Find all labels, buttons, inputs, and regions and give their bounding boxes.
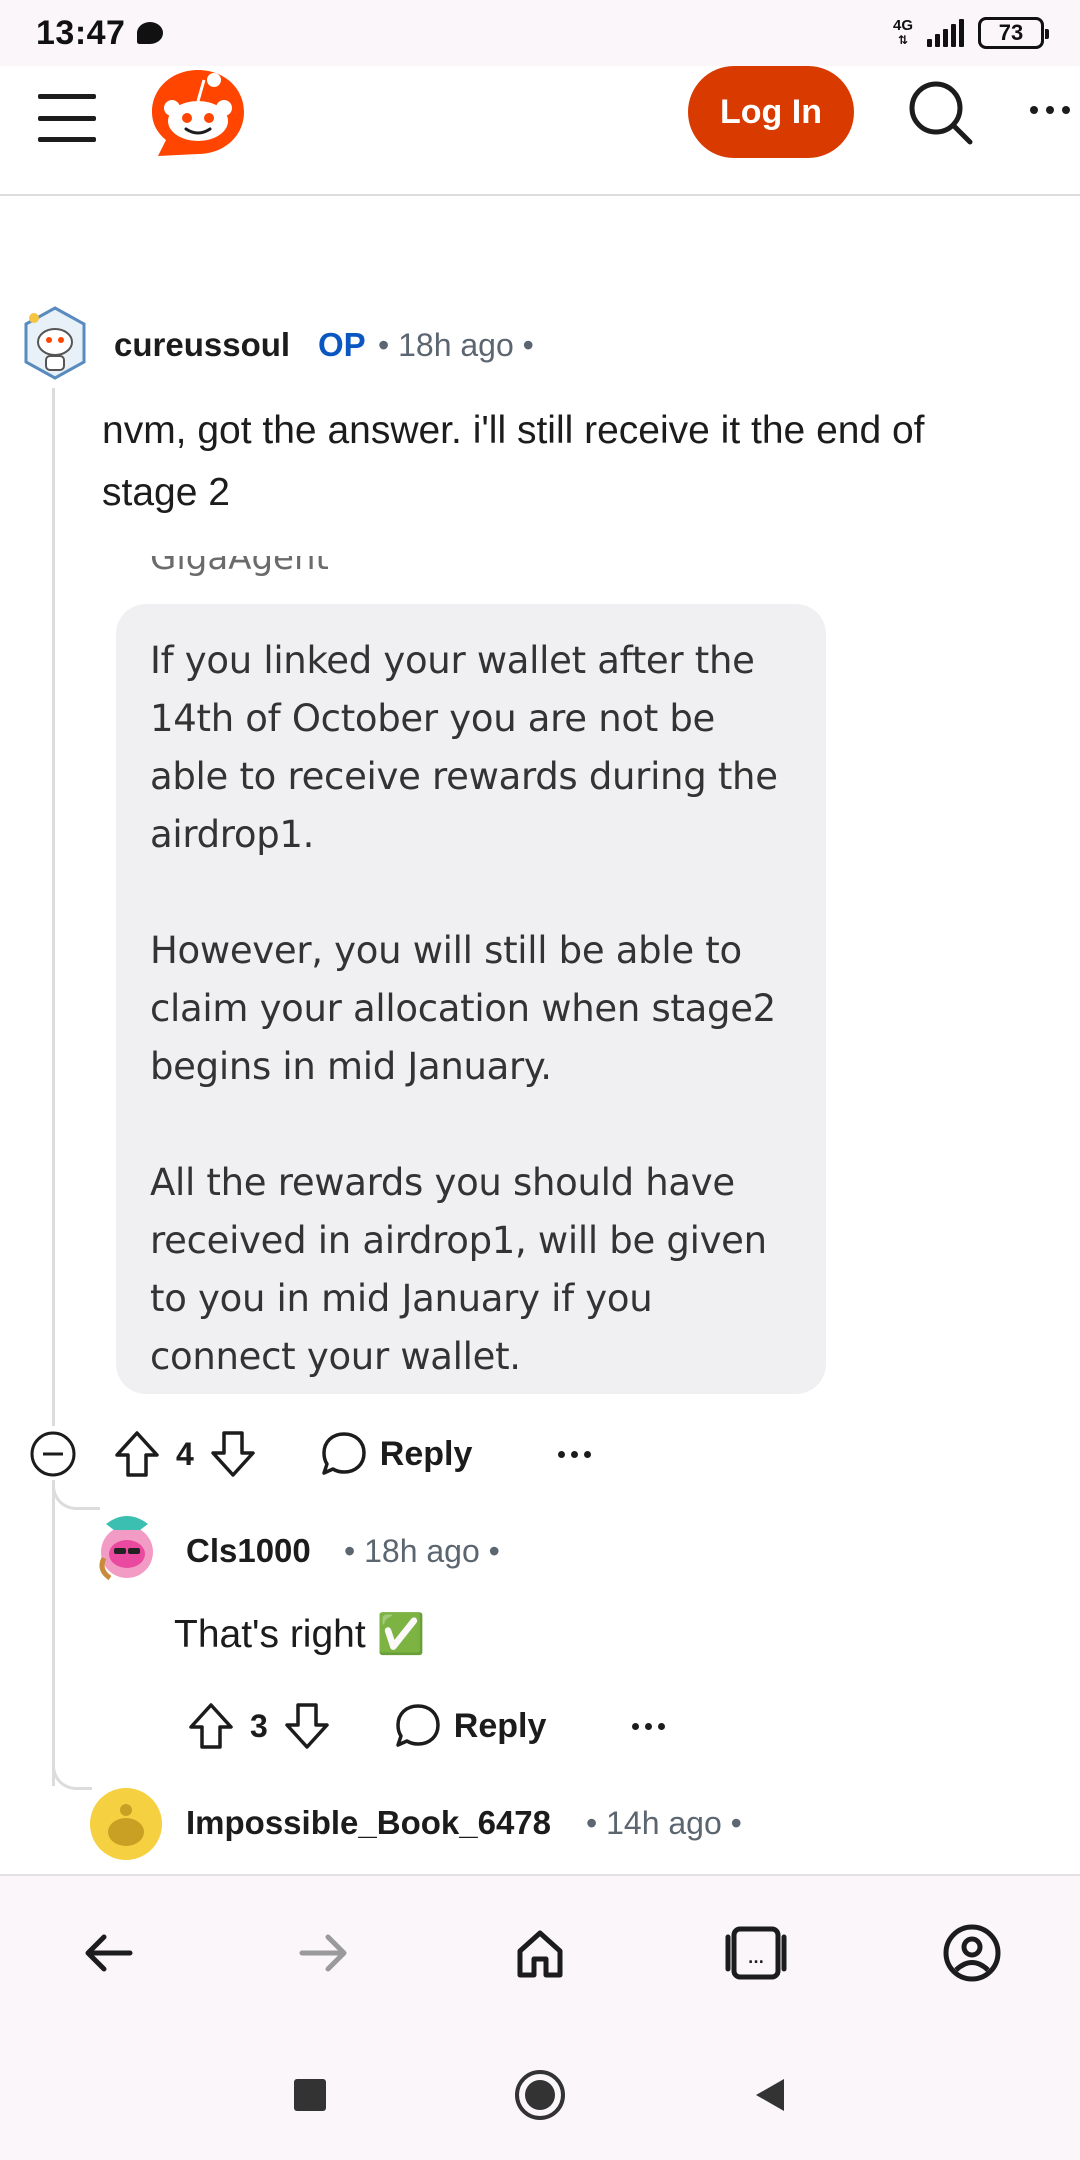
- upvote-icon[interactable]: [112, 1429, 162, 1479]
- signal-icon: [927, 19, 964, 47]
- upvote-icon[interactable]: [186, 1701, 236, 1751]
- network-type: 4G ⇅: [892, 17, 913, 47]
- downvote-icon[interactable]: [208, 1429, 258, 1479]
- quoted-paragraph: However, you will still be able to claim…: [150, 929, 776, 1088]
- recents-icon[interactable]: [280, 2065, 340, 2125]
- comment-more-icon[interactable]: [558, 1450, 592, 1458]
- home-circle-icon[interactable]: [510, 2065, 570, 2125]
- comment-author[interactable]: cureussoul: [114, 326, 290, 364]
- comment-timestamp: • 14h ago •: [586, 1805, 742, 1841]
- reply-label: Reply: [379, 1434, 473, 1473]
- network-label: 4G: [892, 17, 913, 34]
- back-icon[interactable]: [68, 1913, 148, 1993]
- thread-line: [52, 388, 55, 1426]
- status-bar: 13:47 4G ⇅ 73: [0, 0, 1080, 66]
- reply-label: Reply: [453, 1706, 547, 1745]
- avatar[interactable]: [90, 1788, 162, 1860]
- reply-bubble-icon: [396, 1704, 440, 1747]
- status-indicators: 4G ⇅ 73: [892, 17, 1049, 49]
- comment-author[interactable]: Impossible_Book_6478: [186, 1804, 551, 1842]
- search-icon[interactable]: [904, 76, 976, 148]
- battery-icon: 73: [978, 17, 1049, 49]
- svg-text:...: ...: [748, 1951, 764, 1967]
- message-notification-icon: [137, 22, 164, 44]
- browser-toolbar: ...: [0, 1874, 1080, 2030]
- thread-line: [52, 1486, 55, 1786]
- quoted-paragraph: If you linked your wallet after the 14th…: [150, 639, 778, 856]
- comment-actions: 3 Reply: [186, 1696, 746, 1756]
- comment-actions: 4 Reply: [28, 1424, 648, 1484]
- avatar[interactable]: [22, 306, 88, 380]
- reply-button[interactable]: Reply: [320, 1430, 473, 1478]
- collapse-icon[interactable]: [28, 1429, 78, 1479]
- vote-count: 4: [176, 1435, 194, 1472]
- more-icon[interactable]: [1030, 90, 1080, 130]
- app-header: Log In: [0, 66, 1080, 196]
- quoted-image-sender: GigaAgent: [150, 556, 329, 578]
- comment-timestamp: • 18h ago •: [344, 1533, 500, 1569]
- system-navigation: [0, 2030, 1080, 2160]
- menu-icon[interactable]: [38, 88, 96, 148]
- comment-body: nvm, got the answer. i'll still receive …: [102, 409, 925, 514]
- downvote-icon[interactable]: [282, 1701, 332, 1751]
- back-triangle-icon[interactable]: [740, 2065, 800, 2125]
- avatar[interactable]: [94, 1508, 160, 1582]
- login-button[interactable]: Log In: [688, 66, 854, 158]
- quoted-paragraph: All the rewards you should have received…: [150, 1161, 767, 1378]
- forward-icon[interactable]: [284, 1913, 364, 1993]
- quoted-image[interactable]: If you linked your wallet after the 14th…: [116, 604, 826, 1394]
- thread-branch: [52, 1480, 100, 1510]
- comment-body: That's right ✅: [174, 1613, 426, 1656]
- reply-button[interactable]: Reply: [394, 1702, 547, 1750]
- comment-author[interactable]: Cls1000: [186, 1532, 311, 1570]
- thread-branch: [52, 1760, 92, 1790]
- tabs-icon[interactable]: ...: [716, 1913, 796, 1993]
- account-icon[interactable]: [932, 1913, 1012, 1993]
- comment-timestamp: • 18h ago •: [378, 327, 534, 363]
- reply-bubble-icon: [322, 1432, 366, 1475]
- status-time: 13:47: [36, 13, 126, 52]
- home-icon[interactable]: [500, 1913, 580, 1993]
- battery-level: 73: [998, 20, 1024, 45]
- reddit-logo[interactable]: [148, 66, 248, 162]
- op-badge: OP: [318, 326, 366, 363]
- comment-more-icon[interactable]: [632, 1722, 666, 1730]
- vote-count: 3: [250, 1707, 268, 1744]
